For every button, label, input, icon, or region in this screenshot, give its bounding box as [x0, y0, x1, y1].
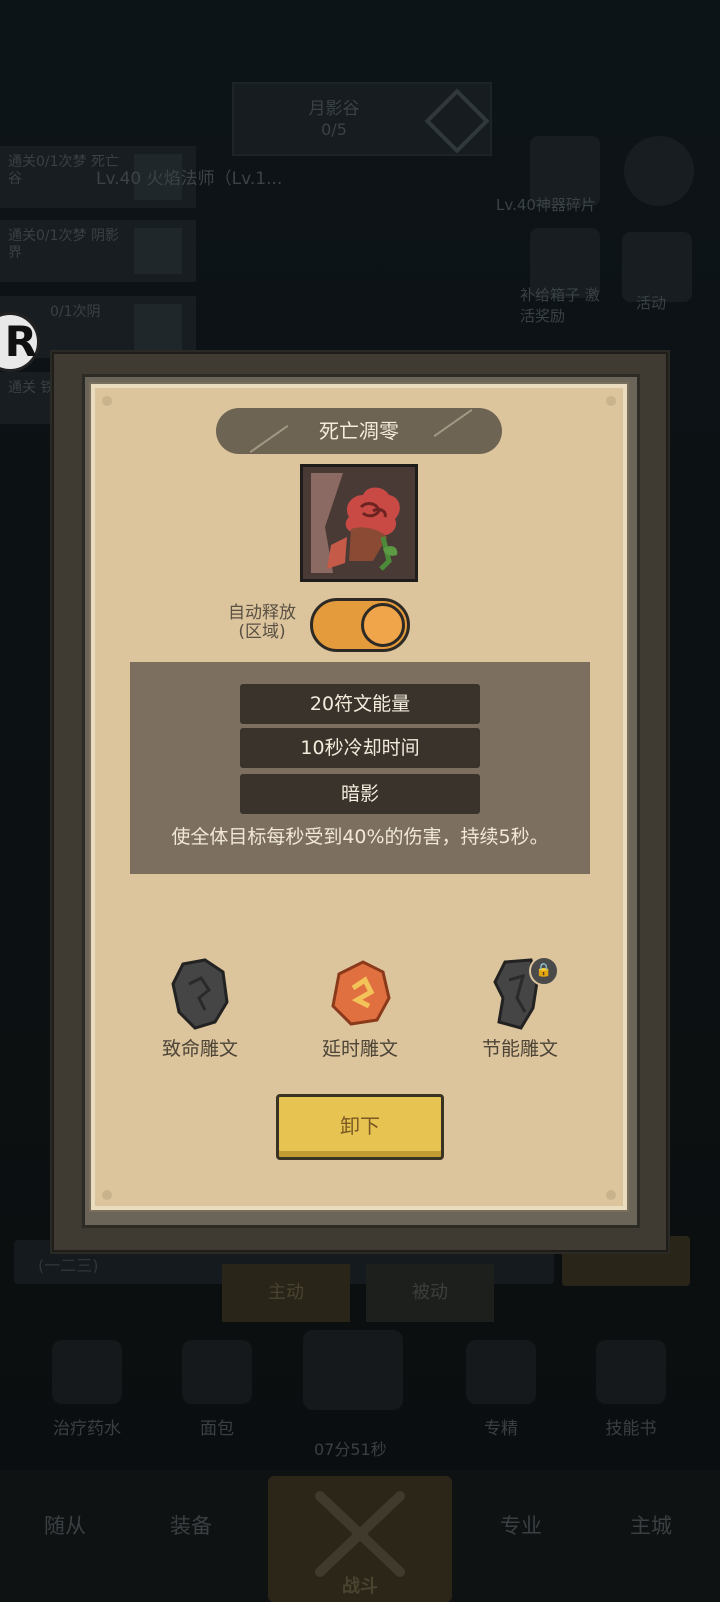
chest-item[interactable]	[298, 1330, 408, 1420]
nav-city[interactable]: 主城	[630, 1510, 672, 1540]
nav-followers[interactable]: 随从	[44, 1510, 86, 1540]
item-potion[interactable]: 治疗药水	[32, 1340, 142, 1439]
orange-rune-icon	[325, 958, 395, 1030]
rune-label: 致命雕文	[161, 1038, 238, 1060]
element-type: 暗影	[240, 774, 480, 814]
rune-label: 节能雕文	[481, 1038, 558, 1060]
stage-name: 月影谷	[308, 99, 360, 119]
chest-timer: 07分51秒	[314, 1440, 387, 1459]
skill-slot-text: (一二三)	[38, 1256, 99, 1275]
skill-description: 使全体目标每秒受到40%的伤害，持续5秒。	[171, 826, 549, 848]
tab-passive[interactable]: 被动	[366, 1264, 494, 1322]
item-label: 专精	[484, 1419, 518, 1439]
artifact-label: Lv.40神器碎片	[496, 196, 596, 214]
item-skillbook[interactable]: 技能书	[576, 1340, 686, 1439]
lock-icon: 🔒	[529, 956, 559, 986]
corner-rivet	[606, 396, 616, 406]
unequip-label: 卸下	[340, 1114, 380, 1138]
skill-title: 死亡凋零	[319, 419, 399, 443]
auto-release-toggle[interactable]	[310, 598, 410, 652]
specialty-icon	[466, 1340, 536, 1404]
item-label: 面包	[200, 1419, 234, 1439]
stage-panel[interactable]: 月影谷 0/5	[232, 82, 492, 156]
hero-strip: Lv.40 火焰法师（Lv.1...	[96, 169, 283, 189]
item-bread[interactable]: 面包	[162, 1340, 272, 1439]
avatar[interactable]: R	[0, 312, 40, 372]
gear-icon[interactable]	[624, 136, 694, 206]
quest-text: 通关0/1次梦 阴影界	[8, 228, 119, 261]
arrow-icon	[424, 88, 490, 154]
nav-battle[interactable]: 战斗	[268, 1476, 452, 1602]
stage-progress: 0/5	[321, 120, 347, 139]
cooldown-time: 10秒冷却时间	[240, 728, 480, 768]
potion-icon	[52, 1340, 122, 1404]
rune-label: 延时雕文	[321, 1038, 398, 1060]
dark-stone-rune-icon	[165, 958, 235, 1030]
toggle-knob	[361, 603, 405, 647]
rune-slot-deadly[interactable]: 致命雕文	[130, 958, 270, 1061]
chest-icon	[303, 1330, 403, 1410]
withered-rose-icon	[300, 464, 418, 582]
book-icon	[596, 1340, 666, 1404]
tab-active[interactable]: 主动	[222, 1264, 350, 1322]
quest-icon	[134, 304, 182, 350]
quest-icon	[134, 228, 182, 274]
event-label: 活动	[636, 294, 667, 312]
nav-specialty[interactable]: 专业	[500, 1510, 542, 1540]
item-specialty[interactable]: 专精	[446, 1340, 556, 1439]
auto-release-label: 自动释放 (区域)	[228, 603, 296, 642]
energy-cost: 20符文能量	[240, 684, 480, 724]
dark-stone-rune-icon: 🔒	[485, 956, 559, 1030]
bread-icon	[182, 1340, 252, 1404]
nav-battle-label: 战斗	[342, 1576, 378, 1597]
item-label: 治疗药水	[53, 1419, 121, 1439]
supply-label: 补给箱子 激活奖励	[520, 286, 600, 325]
unequip-button[interactable]: 卸下	[276, 1094, 444, 1160]
skill-title-banner: 死亡凋零	[216, 408, 502, 454]
corner-rivet	[102, 396, 112, 406]
nav-equipment[interactable]: 装备	[170, 1510, 212, 1540]
corner-rivet	[606, 1190, 616, 1200]
crossed-swords-icon	[315, 1491, 405, 1577]
item-label: 技能书	[605, 1419, 657, 1439]
rune-slot-delay[interactable]: 延时雕文	[290, 958, 430, 1061]
quest-item[interactable]: 通关0/1次梦 阴影界	[0, 220, 196, 282]
corner-rivet	[102, 1190, 112, 1200]
rune-slot-energy-saving[interactable]: 🔒 节能雕文	[450, 956, 590, 1061]
